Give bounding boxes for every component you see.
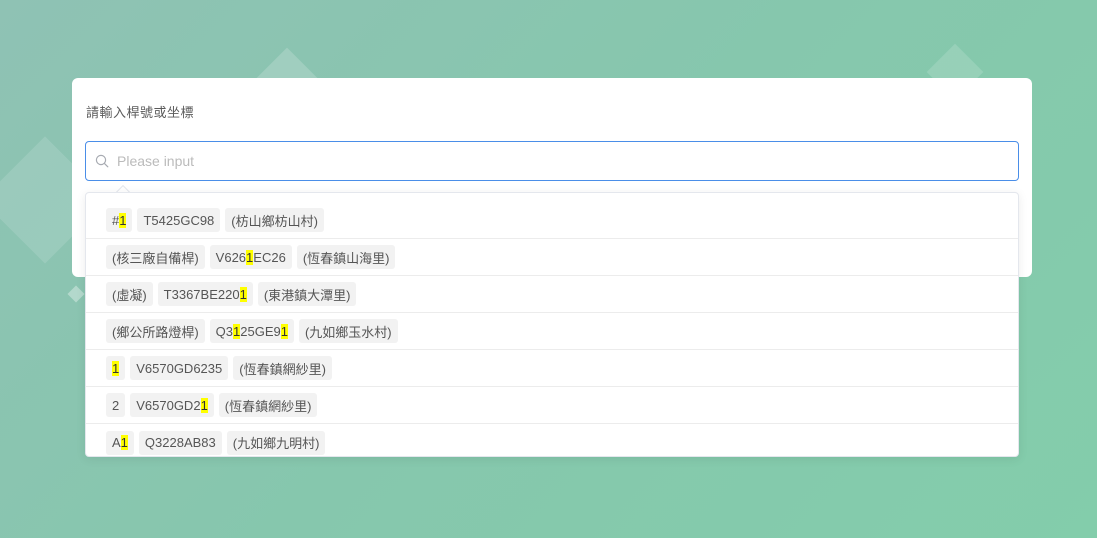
tag-text: V6570GD6235	[136, 360, 223, 376]
info-tag: 1	[106, 356, 126, 380]
tag-text: Q3	[215, 323, 234, 339]
pole-number-tag: V6570GD6235	[130, 356, 229, 380]
pole-number-tag: Q3228AB83	[138, 430, 222, 455]
info-tag: (虛凝)	[106, 282, 153, 306]
tag-text: Q3228AB83	[144, 435, 216, 450]
suggestion-item[interactable]: 1 V6570GD6235 (恆春鎮網紗里)	[86, 350, 1018, 387]
tag-text: (恆春鎮網紗里)	[239, 361, 326, 377]
tag-text: 25GE9	[240, 323, 281, 339]
suggestion-item[interactable]: (虛凝) T3367BE220 1 (東港鎮大潭里)	[86, 276, 1018, 313]
search-box[interactable]	[85, 141, 1019, 181]
info-tag: (九如鄉玉水村)	[298, 319, 398, 343]
suggestion-item[interactable]: (鄉公所路燈桿) Q3 1 25GE9 1 (九如鄉玉水村)	[86, 313, 1018, 350]
tag-text: V626	[215, 249, 247, 265]
match-highlight: 1	[246, 249, 254, 265]
tag-text: A	[112, 435, 121, 450]
tag-text: #	[112, 212, 120, 228]
suggestion-item[interactable]: 2 V6570GD2 1 (恆春鎮網紗里)	[86, 387, 1018, 424]
pole-number-tag: T5425GC98	[137, 208, 221, 232]
suggestion-item[interactable]: #1 T5425GC98 (枋山鄉枋山村)	[86, 202, 1018, 239]
suggestion-item[interactable]: A 1 Q3228AB83 (九如鄉九明村)	[86, 424, 1018, 456]
tag-text: (恆春鎮山海里)	[302, 250, 390, 266]
info-tag: A1	[106, 430, 134, 455]
info-tag: (恆春鎮網紗里)	[233, 356, 332, 380]
info-tag: #1	[106, 208, 133, 232]
tag-text: (枋山鄉枋山村)	[231, 213, 318, 229]
info-tag: 2	[106, 393, 126, 417]
match-highlight: 1	[233, 323, 241, 339]
match-highlight: 1	[112, 360, 120, 376]
tag-text: (虛凝)	[112, 287, 147, 303]
pole-number-tag: Q3 1 25GE9 1	[209, 319, 294, 343]
info-tag: (核三廠自備桿)	[106, 245, 205, 269]
search-input[interactable]	[117, 142, 1018, 180]
info-tag: (鄉公所路燈桿)	[106, 319, 205, 343]
tag-text: V6570GD2	[136, 397, 201, 413]
info-tag: (枋山鄉枋山村)	[225, 208, 324, 232]
tag-text: (東港鎮大潭里)	[263, 287, 351, 303]
info-tag: (九如鄉九明村)	[226, 430, 326, 455]
pole-number-tag: V6570GD2 1	[130, 393, 214, 417]
match-highlight: 1	[200, 397, 208, 413]
tag-text: (恆春鎮網紗里)	[224, 398, 312, 414]
suggestion-dropdown: #1 T5425GC98 (枋山鄉枋山村) (核三廠自備桿) V626 1 EC26 (恆春鎮…	[85, 192, 1019, 457]
suggestion-item[interactable]: (核三廠自備桿) V626 1 EC26 (恆春鎮山海里)	[86, 239, 1018, 276]
info-tag: (恆春鎮山海里)	[296, 245, 396, 269]
tag-text: (九如鄉玉水村)	[304, 324, 392, 340]
search-icon	[87, 154, 117, 168]
match-highlight: 1	[119, 212, 127, 228]
tag-text: (九如鄉九明村)	[232, 436, 320, 451]
tag-text: T3367BE220	[163, 286, 240, 302]
match-highlight: 1	[239, 286, 247, 302]
tag-text: (核三廠自備桿)	[112, 250, 199, 266]
tag-text: 2	[112, 397, 120, 413]
info-tag: (東港鎮大潭里)	[257, 282, 357, 306]
info-tag: (恆春鎮網紗里)	[218, 393, 318, 417]
tag-text: EC26	[253, 249, 286, 265]
search-label: 請輸入桿號或坐標	[86, 106, 195, 121]
match-highlight: 1	[280, 323, 288, 339]
background-diamond	[67, 285, 85, 303]
pole-number-tag: T3367BE220 1	[157, 282, 253, 306]
tag-text: T5425GC98	[143, 212, 215, 228]
match-highlight: 1	[120, 435, 128, 450]
tag-text: (鄉公所路燈桿)	[112, 324, 199, 340]
pole-number-tag: V626 1 EC26	[209, 245, 292, 269]
